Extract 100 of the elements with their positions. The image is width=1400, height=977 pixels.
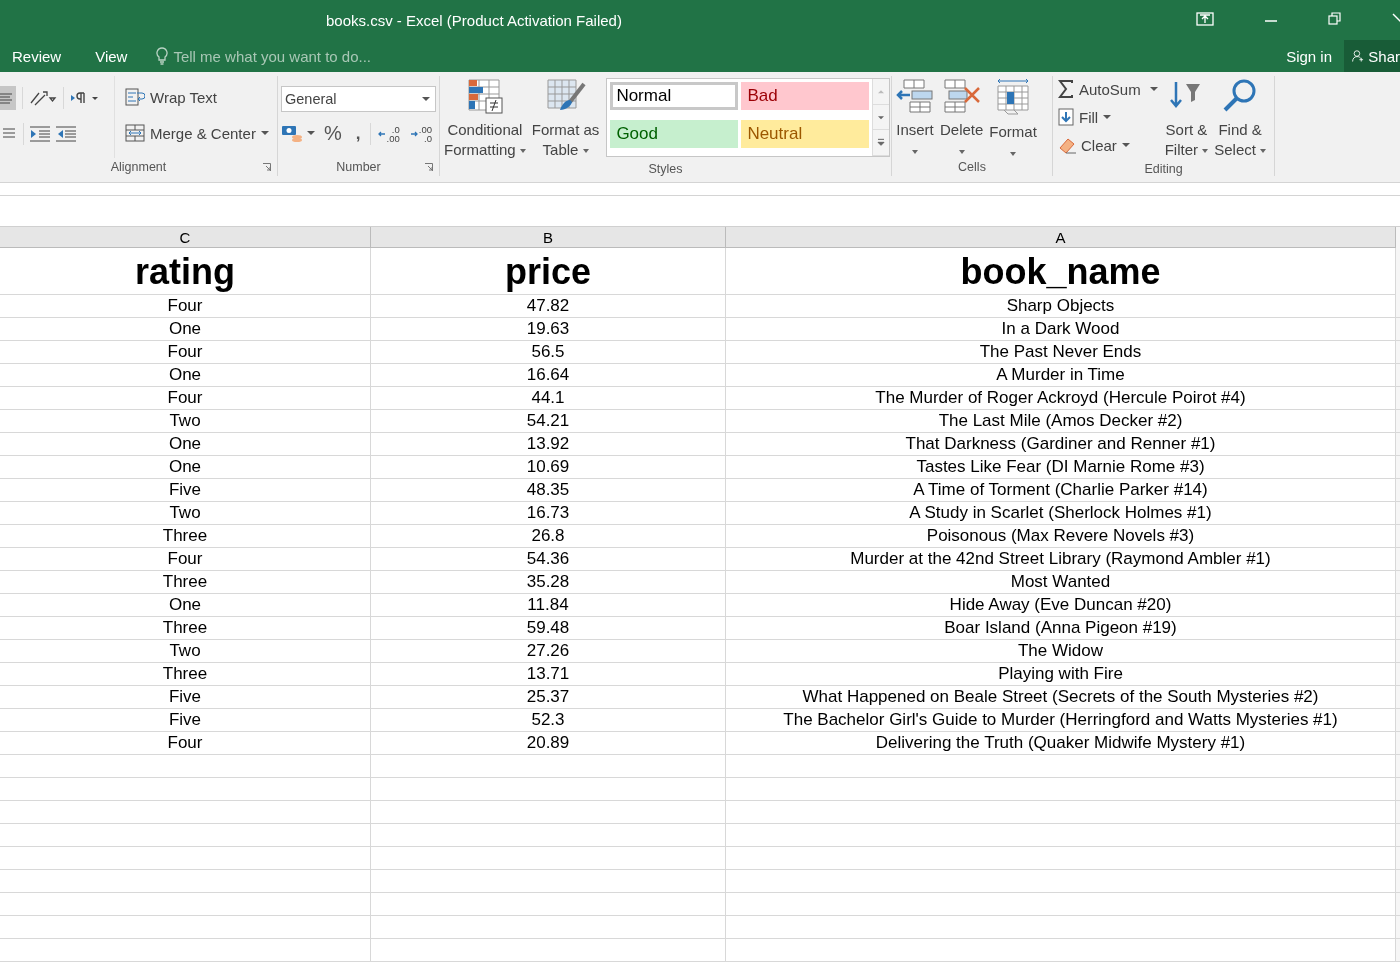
cell-style-option[interactable]: Normal (610, 82, 739, 110)
comma-button[interactable]: , (350, 123, 366, 144)
cell-style-option[interactable]: Bad (741, 82, 870, 110)
fill-button[interactable]: Fill (1056, 104, 1160, 130)
table-cell: One (0, 318, 371, 340)
delete-cells-button[interactable]: Delete (939, 76, 985, 158)
wrap-text-icon (125, 88, 145, 106)
table-cell: 54.21 (371, 410, 726, 432)
column-header[interactable]: C (0, 227, 371, 249)
table-cell: Three (0, 617, 371, 639)
caret-icon (1103, 114, 1112, 120)
table-cell: 10.69 (371, 456, 726, 478)
table-cell: 16.64 (371, 364, 726, 386)
percent-button[interactable]: % (319, 122, 347, 145)
sort-filter-button[interactable]: Sort & Filter (1163, 76, 1210, 162)
caret-icon (1121, 142, 1130, 148)
caret-icon (260, 130, 269, 136)
table-cell: 16.73 (371, 502, 726, 524)
table-cell: 35.28 (371, 571, 726, 593)
table-cell: Three (0, 571, 371, 593)
insert-cells-button[interactable]: Insert (895, 76, 935, 158)
number-format-dropdown[interactable]: General (281, 86, 436, 112)
table-cell: 47.82 (371, 295, 726, 317)
merge-center-button[interactable]: Merge & Center (123, 120, 271, 146)
group-label: Alignment (110, 160, 167, 174)
table-cell: rating (0, 248, 371, 296)
restore-icon[interactable] (1328, 12, 1342, 26)
table-cell: Five (0, 709, 371, 731)
merge-cells-icon (125, 124, 145, 142)
table-cell: 27.26 (371, 640, 726, 662)
dialog-launcher-icon[interactable] (425, 163, 433, 171)
table-cell: Two (0, 640, 371, 662)
delete-cells-icon (942, 78, 981, 114)
scroll-down-icon[interactable] (873, 104, 890, 131)
table-cell: 11.84 (371, 594, 726, 616)
insert-cells-icon (896, 78, 934, 114)
dialog-launcher-icon[interactable] (263, 163, 271, 171)
table-cell: Three (0, 525, 371, 547)
table-cell: 54.36 (371, 548, 726, 570)
table-cell: Four (0, 548, 371, 570)
autosum-button[interactable]: AutoSum (1056, 76, 1160, 102)
table-cell: Four (0, 387, 371, 409)
format-as-table-button[interactable]: Format as Table (530, 76, 601, 162)
table-cell: 52.3 (371, 709, 726, 731)
ribbon-tab[interactable]: View (78, 47, 145, 65)
tell-me-field[interactable]: Tell me what you want to do... (156, 47, 404, 65)
caret-icon[interactable] (307, 131, 315, 136)
table-cell: Four (0, 732, 371, 754)
increase-indent-icon[interactable] (30, 124, 50, 143)
format-cells-button[interactable]: Format (988, 76, 1038, 158)
group-label: Number (336, 160, 381, 174)
table-cell: One (0, 433, 371, 455)
table-cell: One (0, 364, 371, 386)
ribbon-tab[interactable]: Review (0, 47, 79, 65)
table-cell: 44.1 (371, 387, 726, 409)
cell-style-option[interactable]: Neutral (741, 119, 870, 148)
clear-button[interactable]: Clear (1056, 132, 1160, 158)
table-cell: Two (0, 502, 371, 524)
table-cell: 59.48 (371, 617, 726, 639)
expand-gallery-icon[interactable] (873, 130, 890, 156)
table-cell: 25.37 (371, 686, 726, 708)
group-label: Styles (648, 162, 683, 176)
cell-style-option[interactable]: Good (610, 119, 739, 148)
right-arrow-icon (409, 129, 418, 138)
table-cell: Three (0, 663, 371, 685)
table-cell: 13.71 (371, 663, 726, 685)
table-cell: Four (0, 341, 371, 363)
decrease-decimal-button[interactable]: .00 .0 (406, 124, 435, 143)
decrease-indent-icon[interactable] (56, 124, 76, 143)
table-cell: One (0, 594, 371, 616)
eraser-icon (1058, 136, 1076, 154)
column-header[interactable]: B (371, 227, 726, 249)
sign-in-link[interactable]: Sign in (1286, 47, 1332, 65)
table-cell: 26.8 (371, 525, 726, 547)
orientation-icon[interactable] (29, 88, 57, 107)
table-cell: price (371, 248, 726, 296)
share-button[interactable]: Shar (1344, 40, 1400, 72)
table-cell: 56.5 (371, 341, 726, 363)
find-select-button[interactable]: Find & Select (1213, 76, 1268, 162)
table-cell: 13.92 (371, 433, 726, 455)
currency-icon[interactable] (281, 123, 303, 144)
table-cell: Five (0, 479, 371, 501)
table-cell: 20.89 (371, 732, 726, 754)
align-left-icon[interactable] (0, 85, 16, 110)
table-cell: 48.35 (371, 479, 726, 501)
lightbulb-icon (156, 47, 169, 65)
sigma-icon (1058, 80, 1074, 98)
table-cell: One (0, 456, 371, 478)
ribbon-display-icon[interactable] (1196, 12, 1214, 26)
wrap-text-button[interactable]: Wrap Text (123, 84, 271, 110)
table-cell: Five (0, 686, 371, 708)
fill-down-icon (1058, 108, 1074, 126)
table-cell: Four (0, 295, 371, 317)
group-label: Editing (1144, 162, 1183, 176)
conditional-formatting-button[interactable]: Conditional Formatting (443, 76, 527, 162)
increase-decimal-button[interactable]: .0 .00 (374, 124, 403, 143)
caret-icon (422, 96, 430, 102)
group-label: Cells (958, 160, 986, 174)
window-title: books.csv - Excel (Product Activation Failed) (326, 11, 622, 29)
conditional-formatting-icon (466, 78, 503, 114)
